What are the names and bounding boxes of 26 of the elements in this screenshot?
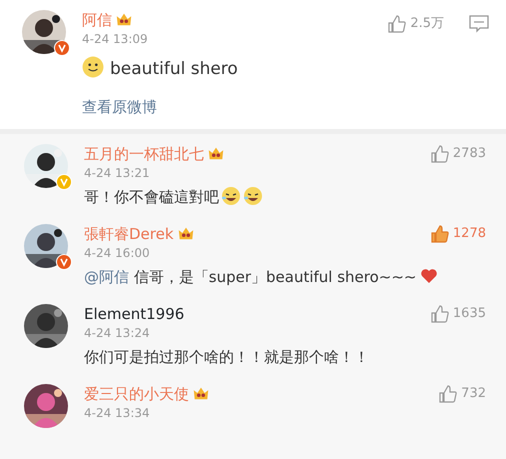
like-button[interactable]: 2.5万	[387, 14, 444, 34]
user-name[interactable]: 張軒睿Derek	[84, 225, 174, 243]
post-text: beautiful shero	[82, 56, 490, 80]
user-name[interactable]: Element1996	[84, 305, 184, 323]
thumbs-up-icon	[430, 144, 450, 164]
view-original-link[interactable]: 查看原微博	[82, 96, 157, 118]
thumbs-up-icon	[438, 384, 458, 404]
like-button[interactable]: 1278	[430, 224, 486, 244]
user-name[interactable]: 五月的一杯甜北七	[84, 145, 204, 163]
like-button[interactable]: 732	[438, 384, 486, 404]
comment-text: @阿信 信哥，是「super」beautiful shero~~~	[84, 266, 486, 288]
thumbs-up-icon	[430, 304, 450, 324]
timestamp: 4-24 13:34	[84, 405, 151, 422]
comment-icon[interactable]	[468, 14, 490, 34]
timestamp: 4-24 13:24	[84, 325, 151, 342]
timestamp: 4-24 13:21	[84, 165, 151, 182]
comment-text: 你们可是拍过那个啥的！！就是那个啥！！	[84, 347, 370, 368]
like-button[interactable]: 1635	[430, 304, 486, 324]
like-button[interactable]: 2783	[430, 144, 486, 164]
timestamp: 4-24 13:09	[82, 31, 148, 48]
thumbs-up-icon	[387, 14, 408, 34]
timestamp: 4-24 16:00	[84, 245, 151, 262]
thumbs-up-icon	[430, 224, 450, 244]
user-name[interactable]: 阿信	[82, 11, 112, 29]
comment-text: 哥！你不會磕這對吧	[84, 186, 486, 208]
user-name[interactable]: 爱三只的小天使	[84, 385, 189, 403]
